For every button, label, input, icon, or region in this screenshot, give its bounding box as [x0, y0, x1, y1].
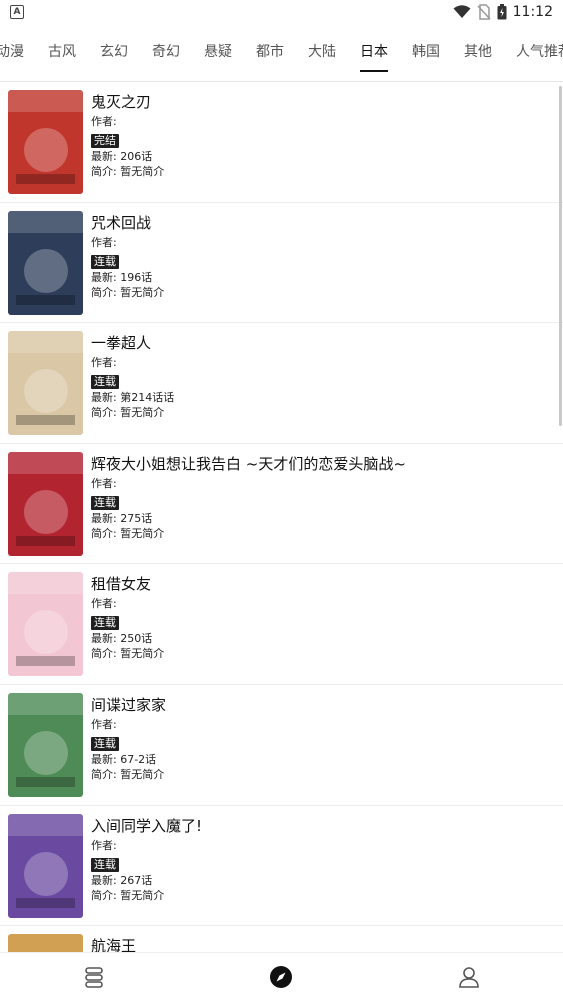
comic-intro: 简介: 暂无简介	[91, 406, 165, 420]
comic-latest: 最新: 206话	[91, 150, 153, 163]
comic-title[interactable]: 咒术回战	[91, 213, 164, 233]
comic-intro: 简介: 暂无简介	[91, 165, 165, 178]
tab-8[interactable]: 韩国	[400, 34, 452, 76]
tab-5[interactable]: 都市	[244, 34, 296, 76]
cover-image	[8, 692, 83, 797]
comic-info: 辉夜大小姐想让我告白 ~天才们的恋爱头脑战~ 作者: 连载 最新: 275话 简介: 暂…	[91, 452, 406, 564]
notification-icon: A	[10, 5, 24, 19]
bookshelf-icon	[85, 966, 103, 988]
status-badge: 完结	[91, 134, 119, 148]
comic-list-item[interactable]: 鬼灭之刃作者: 完结最新: 206话 简介: 暂无简介	[0, 82, 563, 203]
comic-author: 作者:	[91, 838, 117, 852]
comic-cover[interactable]	[8, 934, 83, 952]
comic-list-item[interactable]: 咒术回战作者: 连载 最新: 196话 简介: 暂无简介	[0, 203, 563, 324]
cover-image	[8, 210, 83, 315]
tab-7-active[interactable]: 日本	[348, 34, 400, 76]
comic-latest: 最新: 第214话话	[91, 391, 175, 405]
tab-0[interactable]: 动漫	[0, 34, 36, 76]
no-sim-icon	[477, 4, 491, 20]
comic-cover[interactable]	[8, 813, 83, 918]
comic-title[interactable]: 租借女友	[91, 574, 164, 594]
comic-author: 作者:	[91, 717, 117, 731]
comic-title[interactable]: 一拳超人	[91, 333, 174, 353]
comic-info: 一拳超人作者: 连载 最新: 第214话话 简介: 暂无简介	[91, 331, 174, 443]
comic-info: 咒术回战作者: 连载 最新: 196话 简介: 暂无简介	[91, 211, 164, 323]
comic-cover[interactable]	[8, 451, 83, 556]
comic-info: 租借女友作者: 连载 最新: 250话 简介: 暂无简介	[91, 572, 164, 684]
comic-list-item[interactable]: 航海王作者:连载	[0, 926, 563, 952]
nav-discover[interactable]	[251, 957, 311, 997]
status-icons: 11:12	[453, 4, 553, 20]
bottom-nav	[0, 952, 563, 1000]
comic-latest: 最新: 250话	[91, 632, 153, 646]
comic-latest: 最新: 275话	[91, 511, 153, 525]
tab-6[interactable]: 大陆	[296, 34, 348, 76]
comic-latest: 最新: 267话	[91, 873, 153, 887]
tab-9[interactable]: 其他	[452, 34, 504, 76]
comic-author: 作者:	[91, 597, 117, 611]
clock: 11:12	[512, 4, 553, 20]
cover-image	[8, 813, 83, 918]
comic-title[interactable]: 航海王	[91, 936, 136, 952]
status-badge: 连载	[91, 375, 119, 390]
cover-image	[8, 451, 83, 556]
status-badge: 连载	[91, 616, 119, 631]
comic-intro: 简介: 暂无简介	[91, 285, 165, 299]
comic-author: 作者:	[91, 356, 117, 370]
comic-cover[interactable]	[8, 572, 83, 677]
comic-info: 入间同学入魔了! 作者: 连载 最新: 267话 简介: 暂无简介	[91, 814, 202, 926]
status-badge: 连载	[91, 857, 119, 872]
cover-image	[8, 331, 83, 436]
status-bar: A 11:12	[0, 0, 563, 24]
category-tabs: 动漫 古风 玄幻 奇幻 悬疑 都市 大陆 日本 韩国 其他 人气推荐	[0, 34, 563, 76]
tab-10[interactable]: 人气推荐	[504, 34, 563, 76]
comic-list[interactable]: 鬼灭之刃 作者: 完结 最新: 206话 简介: 暂无简介 咒术回战 作者: 连载 最新: 19…	[0, 82, 563, 952]
comic-author: 作者:	[91, 235, 117, 249]
comic-info: 鬼灭之刃作者: 完结最新: 206话 简介: 暂无简介	[91, 90, 164, 202]
comic-intro: 简介: 暂无简介	[91, 647, 165, 661]
comic-list-item[interactable]: 间谍过家家作者: 连载 最新: 67-2话 简介: 暂无简介	[0, 685, 563, 806]
tab-1[interactable]: 古风	[36, 34, 88, 76]
comic-author: 作者:	[91, 115, 117, 128]
comic-list-item[interactable]: 辉夜大小姐想让我告白 ~天才们的恋爱头脑战~ 作者: 连载 最新: 275话 简介: 暂…	[0, 444, 563, 565]
comic-list-item[interactable]: 一拳超人作者: 连载 最新: 第214话话 简介: 暂无简介	[0, 323, 563, 444]
comic-intro: 简介: 暂无简介	[91, 767, 165, 781]
cover-image	[8, 934, 83, 952]
comic-cover[interactable]	[8, 331, 83, 436]
comic-title[interactable]: 间谍过家家	[91, 695, 166, 715]
compass-icon	[270, 965, 293, 988]
comic-list-item[interactable]: 入间同学入魔了! 作者: 连载 最新: 267话 简介: 暂无简介	[0, 806, 563, 927]
wifi-icon	[453, 5, 471, 18]
scrollbar[interactable]	[559, 86, 562, 426]
cover-image	[8, 572, 83, 677]
battery-icon	[497, 4, 507, 20]
tab-2[interactable]: 玄幻	[88, 34, 140, 76]
comic-title[interactable]: 辉夜大小姐想让我告白 ~天才们的恋爱头脑战~	[91, 454, 406, 474]
comic-cover[interactable]	[8, 692, 83, 797]
comic-list-item[interactable]: 租借女友作者: 连载 最新: 250话 简介: 暂无简介	[0, 564, 563, 685]
comic-latest: 最新: 67-2话	[91, 752, 157, 766]
comic-info: 航海王作者:连载	[91, 934, 136, 952]
comic-cover[interactable]	[8, 90, 83, 194]
comic-title[interactable]: 入间同学入魔了!	[91, 816, 202, 836]
status-badge: 连载	[91, 254, 119, 269]
comic-title[interactable]: 鬼灭之刃	[91, 92, 164, 112]
cover-image	[8, 90, 83, 194]
profile-icon	[459, 966, 479, 988]
comic-info: 间谍过家家作者: 连载 最新: 67-2话 简介: 暂无简介	[91, 693, 166, 805]
comic-intro: 简介: 暂无简介	[91, 888, 165, 902]
tab-3[interactable]: 奇幻	[140, 34, 192, 76]
tab-4[interactable]: 悬疑	[192, 34, 244, 76]
nav-bookshelf[interactable]	[64, 957, 124, 997]
status-badge: 连载	[91, 736, 119, 751]
status-badge: 连载	[91, 495, 119, 510]
comic-latest: 最新: 196话	[91, 270, 153, 284]
comic-author: 作者:	[91, 476, 117, 490]
nav-profile[interactable]	[439, 957, 499, 997]
comic-intro: 简介: 暂无简介	[91, 526, 165, 540]
comic-cover[interactable]	[8, 210, 83, 315]
